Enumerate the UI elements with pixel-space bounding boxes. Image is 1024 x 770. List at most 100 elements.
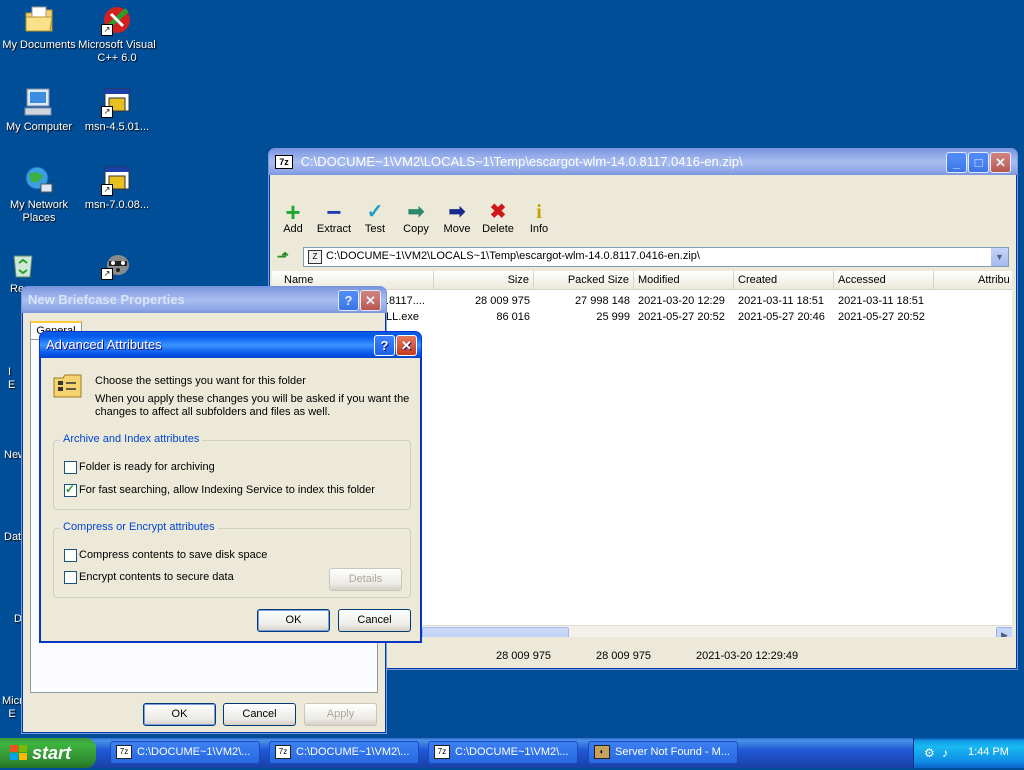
sevenzip-app-icon: 7z [434,745,450,760]
dialog-title: New Briefcase Properties [28,292,185,307]
minimize-button[interactable]: _ [946,152,967,173]
close-button[interactable]: ✕ [990,152,1011,173]
taskbar-item-browser[interactable]: ◐ Server Not Found - M... [588,741,738,764]
desktop-icon-my-documents[interactable]: My Documents [0,4,78,52]
taskbar-item-label: C:\DOCUME~1\VM2\... [137,746,251,758]
cell-created: 2021-05-27 20:46 [738,311,825,323]
cell-created: 2021-03-11 18:51 [738,295,825,307]
advanced-titlebar[interactable]: Advanced Attributes ? ✕ [40,332,421,358]
column-header-attributes[interactable]: Attribu [974,271,1012,289]
cell-packed: 27 998 148 [574,295,630,307]
close-button[interactable]: ✕ [396,335,417,356]
group-title: Archive and Index attributes [60,433,203,445]
shortcut-arrow-icon: ↗ [101,24,113,36]
up-folder-icon[interactable]: ⬏ [277,248,293,264]
start-label: start [32,743,72,763]
desktop-icon-my-computer[interactable]: My Computer [0,86,78,134]
cell-modified: 2021-03-20 12:29 [638,295,725,307]
close-button[interactable]: ✕ [360,290,381,311]
cancel-button[interactable]: Cancel [223,703,296,726]
clock[interactable]: 1:44 PM [968,746,1009,758]
status-size: 28 009 975 [496,650,552,662]
apply-button[interactable]: Apply [304,703,377,726]
column-header-packed-size[interactable]: Packed Size [534,271,634,289]
cell-modified: 2021-05-27 20:52 [638,311,725,323]
column-header-created[interactable]: Created [734,271,834,289]
toolbar-label: Move [443,223,471,235]
maximize-button[interactable]: □ [968,152,989,173]
column-header-accessed[interactable]: Accessed [834,271,934,289]
toolbar-label: Copy [403,223,429,235]
sevenzip-titlebar[interactable]: 7z C:\DOCUME~1\VM2\LOCALS~1\Temp\escargo… [269,149,1017,175]
start-button[interactable]: start [0,738,96,768]
info-icon: i [536,201,542,223]
ok-button[interactable]: OK [257,609,330,632]
scroll-right-button[interactable]: ▶ [996,627,1012,637]
briefcase-titlebar[interactable]: New Briefcase Properties ? ✕ [22,287,386,313]
archive-checkbox[interactable] [64,461,77,474]
encrypt-checkbox[interactable] [64,571,77,584]
desktop-icon-label-partial: I E [8,366,16,391]
cell-size: 86 016 [496,311,530,323]
address-bar[interactable]: Z C:\DOCUME~1\VM2\LOCALS~1\Temp\escargot… [303,247,1009,267]
intro-text: changes to affect all subfolders and fil… [95,406,331,418]
visual-cpp-icon: ↗ [101,4,133,36]
cell-name: .8117.... [386,295,425,307]
archive-label: Folder is ready for archiving [79,461,215,473]
toolbar-test-button[interactable]: ✓ Test [354,201,396,235]
cell-size: 28 009 975 [474,295,530,307]
index-checkbox[interactable] [64,482,77,497]
toolbar-extract-button[interactable]: − Extract [313,199,355,235]
toolbar-info-button[interactable]: i Info [518,201,560,235]
toolbar-delete-button[interactable]: ✖ Delete [477,201,519,235]
volume-tray-icon[interactable]: ♪ [942,746,948,760]
taskbar-item-sevenzip[interactable]: 7z C:\DOCUME~1\VM2\... [110,741,260,764]
cell-accessed: 2021-03-11 18:51 [838,295,925,307]
cancel-button[interactable]: Cancel [338,609,411,632]
sevenzip-app-icon: 7z [275,155,293,169]
sevenzip-app-icon: 7z [275,745,291,760]
help-button[interactable]: ? [374,335,395,356]
chevron-down-icon[interactable]: ▼ [991,248,1008,266]
help-button[interactable]: ? [338,290,359,311]
check-icon: ✓ [366,201,384,223]
desktop-icon-raccoon[interactable]: ↗ [78,248,156,283]
desktop-icon-label: My Documents [2,39,76,51]
advanced-attributes-dialog: Advanced Attributes ? ✕ Choose the setti… [39,331,422,643]
ok-button[interactable]: OK [143,703,216,726]
desktop-icon-label: msn-4.5.01... [84,121,150,133]
network-tray-icon[interactable]: ⚙ [924,746,935,760]
desktop-icon-label: Microsoft Visual C++ 6.0 [78,39,156,64]
desktop-icon-network-places[interactable]: My Network Places [0,164,78,225]
column-header-modified[interactable]: Modified [634,271,734,289]
browser-icon: ◐ [594,745,610,760]
desktop-icon-label-partial: Micr E [2,695,23,720]
folder-settings-icon [52,373,84,402]
compress-checkbox[interactable] [64,549,77,562]
taskbar-item-sevenzip[interactable]: 7z C:\DOCUME~1\VM2\... [428,741,578,764]
toolbar-label: Test [364,223,386,235]
toolbar-move-button[interactable]: ➡ Move [436,201,478,235]
network-globe-icon [23,164,55,196]
shortcut-arrow-icon: ↗ [101,268,113,280]
cell-packed: 25 999 [596,311,630,323]
desktop-icon-msn-70[interactable]: ↗ msn-7.0.08... [78,164,156,212]
toolbar-copy-button[interactable]: ➡ Copy [395,201,437,235]
toolbar-add-button[interactable]: + Add [272,199,314,235]
recycle-bin-icon [7,248,39,280]
desktop-icon-msn-45[interactable]: ↗ msn-4.5.01... [78,86,156,134]
scrollbar-thumb[interactable] [422,627,569,637]
window-title: C:\DOCUME~1\VM2\LOCALS~1\Temp\escargot-w… [300,154,743,169]
folder-documents-icon [23,4,55,36]
address-path: C:\DOCUME~1\VM2\LOCALS~1\Temp\escargot-w… [326,250,700,262]
taskbar-item-sevenzip[interactable]: 7z C:\DOCUME~1\VM2\... [269,741,419,764]
delete-x-icon: ✖ [489,201,507,223]
cell-accessed: 2021-05-27 20:52 [838,311,925,323]
column-header-size[interactable]: Size [434,271,534,289]
installer-icon: ↗ [101,164,133,196]
details-button[interactable]: Details [329,568,402,591]
desktop-icon-visual-cpp[interactable]: ↗ Microsoft Visual C++ 6.0 [78,4,156,65]
index-label: For fast searching, allow Indexing Servi… [79,484,375,496]
taskbar-item-label: C:\DOCUME~1\VM2\... [296,746,410,758]
archive-icon: Z [308,250,322,264]
